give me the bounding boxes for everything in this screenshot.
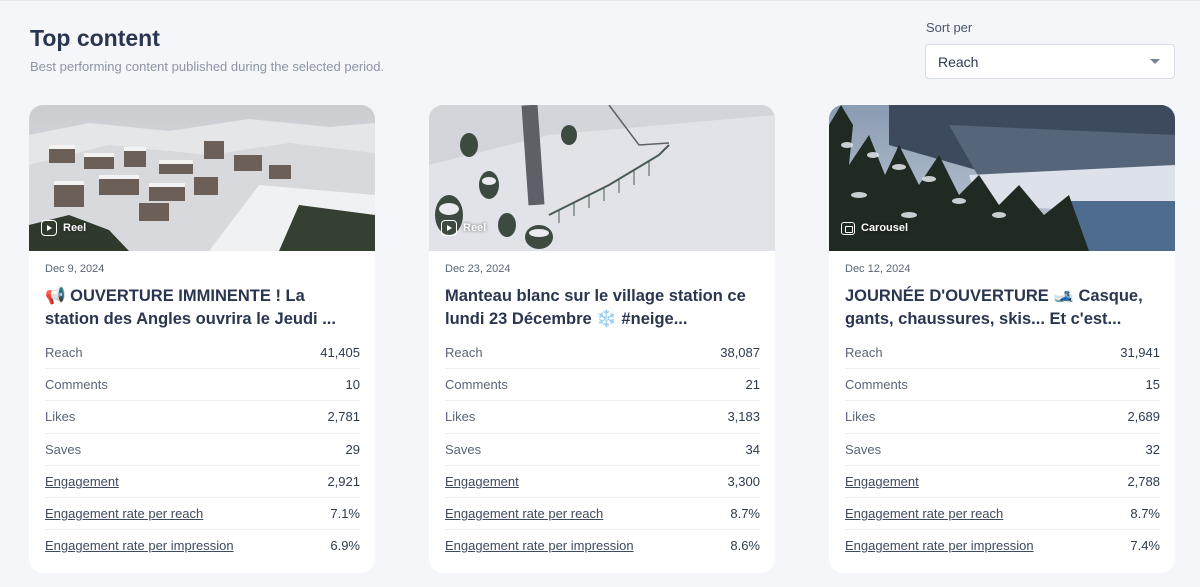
engagement-rate-reach-link[interactable]: Engagement rate per reach (45, 506, 203, 521)
stat-label: Reach (845, 344, 883, 360)
engagement-rate-reach-link[interactable]: Engagement rate per reach (445, 506, 603, 521)
post-title[interactable]: 📢 OUVERTURE IMMINENTE ! La station des A… (45, 285, 363, 331)
engagement-rate-impression-link[interactable]: Engagement rate per impression (45, 538, 234, 553)
post-title[interactable]: JOURNÉE D'OUVERTURE 🎿 Casque, gants, cha… (845, 285, 1163, 331)
stat-value: 38,087 (720, 344, 760, 360)
stat-value: 7.4% (1130, 538, 1160, 554)
stat-row-engagement: Engagement 2,921 (45, 464, 360, 497)
stat-value: 2,689 (1127, 409, 1160, 425)
post-stats: Reach 31,941 Comments 15 Likes 2,689 Saves 3… (845, 336, 1160, 561)
stat-label: Reach (45, 344, 83, 360)
stat-label: Comments (845, 377, 908, 393)
stat-label: Comments (45, 377, 108, 393)
stat-row-engagement: Engagement 3,300 (445, 464, 760, 497)
stat-value: 2,921 (327, 473, 360, 489)
chevron-down-icon (1150, 59, 1160, 64)
stat-value: 2,788 (1127, 473, 1160, 489)
stat-row-er-reach: Engagement rate per reach 8.7% (845, 496, 1160, 529)
stat-row-er-reach: Engagement rate per reach 7.1% (45, 496, 360, 529)
stat-label: Likes (845, 409, 876, 425)
post-type-label: Carousel (861, 222, 909, 234)
stat-row-reach: Reach 41,405 (45, 336, 360, 368)
post-type-badge: Reel (441, 219, 486, 237)
stat-row-likes: Likes 2,781 (45, 400, 360, 432)
stat-value: 2,781 (327, 409, 360, 425)
engagement-link[interactable]: Engagement (45, 474, 119, 489)
stat-row-saves: Saves 32 (845, 432, 1160, 465)
reel-icon (41, 220, 57, 236)
stat-value: 3,183 (727, 409, 760, 425)
stat-value: 29 (345, 441, 360, 457)
stat-value: 8.7% (730, 506, 760, 522)
stat-value: 32 (1145, 441, 1160, 457)
stat-value: 21 (745, 377, 760, 393)
stat-row-er-impression: Engagement rate per impression 8.6% (445, 529, 760, 561)
stat-label: Likes (45, 409, 76, 425)
stat-value: 8.7% (1130, 506, 1160, 522)
stat-label: Saves (445, 441, 482, 457)
stat-row-likes: Likes 2,689 (845, 400, 1160, 432)
stat-row-er-reach: Engagement rate per reach 8.7% (445, 496, 760, 529)
post-stats: Reach 41,405 Comments 10 Likes 2,781 Saves 2… (45, 336, 360, 561)
stat-label: Saves (845, 441, 882, 457)
stat-row-comments: Comments 21 (445, 368, 760, 400)
page-title: Top content (30, 25, 160, 51)
sort-selected-value: Reach (938, 53, 979, 70)
post-stats: Reach 38,087 Comments 21 Likes 3,183 Saves 3… (445, 336, 760, 561)
stat-row-saves: Saves 29 (45, 432, 360, 465)
stat-row-likes: Likes 3,183 (445, 400, 760, 432)
stat-row-engagement: Engagement 2,788 (845, 464, 1160, 497)
sort-select[interactable]: Reach (925, 44, 1175, 79)
post-date: Dec 23, 2024 (445, 263, 511, 275)
stat-value: 31,941 (1120, 344, 1160, 360)
stat-value: 8.6% (730, 538, 760, 554)
post-type-label: Reel (63, 222, 87, 234)
post-date: Dec 9, 2024 (45, 263, 105, 275)
engagement-link[interactable]: Engagement (445, 474, 519, 489)
stat-row-saves: Saves 34 (445, 432, 760, 465)
stat-row-reach: Reach 38,087 (445, 336, 760, 368)
stat-row-er-impression: Engagement rate per impression 6.9% (45, 529, 360, 561)
post-title[interactable]: Manteau blanc sur le village station ce … (445, 285, 763, 331)
sort-label: Sort per (926, 20, 973, 35)
engagement-rate-reach-link[interactable]: Engagement rate per reach (845, 506, 1003, 521)
post-type-badge: Carousel (841, 219, 908, 237)
stat-row-reach: Reach 31,941 (845, 336, 1160, 368)
stat-value: 10 (345, 377, 360, 393)
content-card[interactable]: Reel Dec 9, 2024 📢 OUVERTURE IMMINENTE !… (29, 105, 375, 573)
stat-value: 6.9% (330, 538, 360, 554)
engagement-link[interactable]: Engagement (845, 474, 919, 489)
post-type-label: Reel (463, 222, 487, 234)
post-thumbnail[interactable]: Reel (429, 105, 775, 251)
stat-value: 34 (745, 441, 760, 457)
stat-row-comments: Comments 10 (45, 368, 360, 400)
engagement-rate-impression-link[interactable]: Engagement rate per impression (845, 538, 1034, 553)
stat-row-er-impression: Engagement rate per impression 7.4% (845, 529, 1160, 561)
engagement-rate-impression-link[interactable]: Engagement rate per impression (445, 538, 634, 553)
stat-label: Reach (445, 344, 483, 360)
page-subtitle: Best performing content published during… (30, 59, 385, 74)
post-date: Dec 12, 2024 (845, 263, 911, 275)
content-card[interactable]: Carousel Dec 12, 2024 JOURNÉE D'OUVERTUR… (829, 105, 1175, 573)
post-thumbnail[interactable]: Reel (29, 105, 375, 251)
stat-value: 7.1% (330, 506, 360, 522)
stat-value: 15 (1145, 377, 1160, 393)
stat-label: Comments (445, 377, 508, 393)
stat-label: Likes (445, 409, 476, 425)
content-card[interactable]: Reel Dec 23, 2024 Manteau blanc sur le v… (429, 105, 775, 573)
post-type-badge: Reel (41, 219, 86, 237)
stat-row-comments: Comments 15 (845, 368, 1160, 400)
reel-icon (441, 220, 457, 236)
carousel-icon (841, 221, 855, 235)
stat-value: 3,300 (727, 473, 760, 489)
post-thumbnail[interactable]: Carousel (829, 105, 1175, 251)
stat-value: 41,405 (320, 344, 360, 360)
top-content-panel: Top content Best performing content publ… (0, 0, 1200, 587)
stat-label: Saves (45, 441, 82, 457)
